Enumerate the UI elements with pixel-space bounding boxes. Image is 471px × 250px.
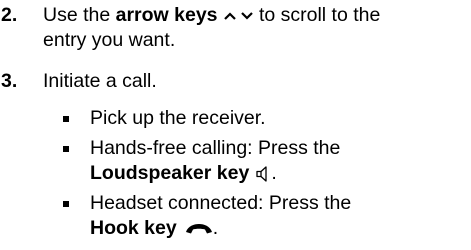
step-number: 2. xyxy=(1,4,18,26)
hook-key-label: Hook key xyxy=(90,217,177,239)
bullet-text-line2: Loudspeaker key. xyxy=(90,161,277,186)
down-arrow-icon xyxy=(240,12,253,20)
bullet-text: Hands-free calling: Press the xyxy=(90,137,341,159)
loudspeaker-key-label: Loudspeaker key xyxy=(90,162,250,184)
punctuation: . xyxy=(271,162,277,184)
bullet-text: Headset connected: Press the xyxy=(90,192,352,214)
step-text-line2: entry you want. xyxy=(43,29,176,51)
handset-icon xyxy=(185,216,213,241)
punctuation: . xyxy=(212,217,219,239)
bullet-text-line2: Hook key. xyxy=(90,216,218,241)
arrow-keys-label: arrow keys xyxy=(115,4,218,26)
bullet-marker xyxy=(63,146,69,152)
step-text-suffix: to scroll to the xyxy=(253,4,381,26)
bullet-text: Pick up the receiver. xyxy=(90,107,266,129)
loudspeaker-icon xyxy=(255,161,271,186)
arrow-key-icons xyxy=(223,3,254,28)
step-text-prefix: Use the xyxy=(43,4,116,26)
step-text: Use the arrow keys to scroll to the xyxy=(43,3,468,28)
step-text: Initiate a call. xyxy=(43,70,157,92)
up-arrow-icon xyxy=(223,12,236,20)
bullet-marker xyxy=(63,201,69,207)
bullet-marker xyxy=(63,116,69,122)
step-number: 3. xyxy=(1,70,18,92)
